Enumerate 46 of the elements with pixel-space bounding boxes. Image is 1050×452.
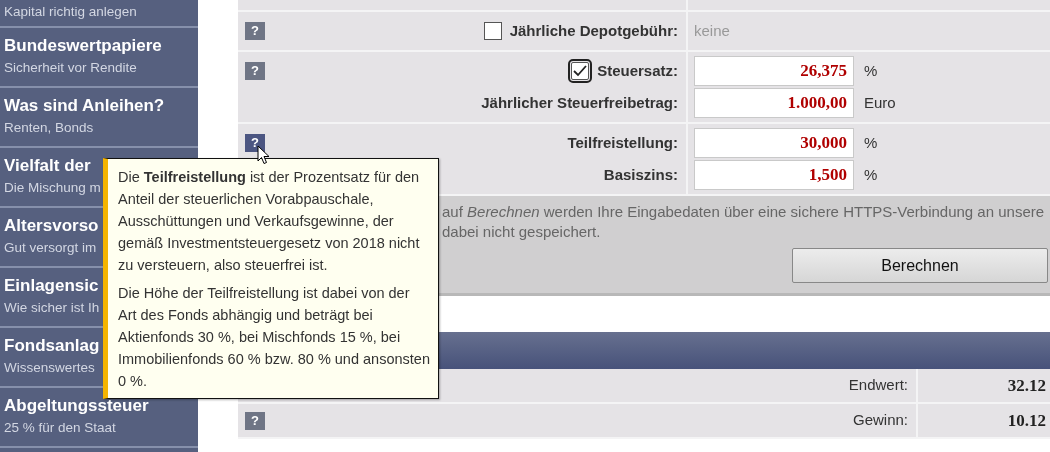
sidebar-item[interactable]: Bundeswertpapiere Sicherheit vor Rendite bbox=[0, 28, 198, 88]
field-value: keine bbox=[694, 20, 730, 41]
item-subtitle: Wissenswertes bbox=[4, 359, 95, 377]
help-button[interactable]: ? bbox=[245, 22, 265, 40]
notice-text: auf Berechnen werden Ihre Eingabedaten über eine sichere HTTPS-Verbindung an unsere bbox=[442, 202, 1045, 222]
unit-label: % bbox=[864, 164, 878, 185]
field-label: Steuersatz: bbox=[597, 60, 678, 81]
input-field[interactable]: 1,500 bbox=[694, 160, 854, 190]
item-subtitle: Kapital richtig anlegen bbox=[4, 3, 137, 21]
result-value: 10.12 bbox=[1007, 409, 1047, 432]
sidebar-item[interactable]: Kapital richtig anlegen bbox=[0, 0, 198, 28]
unit-label: % bbox=[864, 60, 878, 81]
field-label: Jährlicher Steuerfreibetrag: bbox=[481, 92, 678, 113]
help-button[interactable]: ? bbox=[245, 411, 265, 430]
item-subtitle: 25 % für den Staat bbox=[4, 419, 116, 437]
item-subtitle: Wie sicher ist Ih bbox=[4, 299, 100, 317]
input-field[interactable]: 26,375 bbox=[694, 56, 854, 86]
checkbox[interactable] bbox=[483, 22, 502, 40]
unit-label: Euro bbox=[864, 92, 896, 113]
result-label: Gewinn: bbox=[852, 410, 908, 431]
item-title: Bundeswertpapiere bbox=[4, 35, 162, 57]
field-label: Jährliche Depotgebühr: bbox=[509, 20, 678, 41]
item-subtitle: Gut versorgt im bbox=[4, 239, 97, 257]
help-button[interactable]: ? bbox=[245, 134, 265, 152]
item-title: Abgeltungssteuer bbox=[4, 395, 149, 417]
item-subtitle: Sicherheit vor Rendite bbox=[4, 59, 137, 77]
calculate-button[interactable]: Berechnen bbox=[792, 248, 1048, 283]
sidebar-item[interactable]: Was sind Anleihen? Renten, Bonds bbox=[0, 88, 198, 148]
input-field[interactable]: 30,000 bbox=[694, 128, 854, 158]
item-title: Fondsanlag bbox=[4, 335, 100, 357]
field-label: Basiszins: bbox=[603, 164, 678, 185]
input-field[interactable]: 1.000,00 bbox=[694, 88, 854, 118]
item-title: Was sind Anleihen? bbox=[4, 95, 165, 117]
item-title: Einlagensic bbox=[4, 275, 99, 297]
item-subtitle: Renten, Bonds bbox=[4, 119, 94, 137]
checkbox[interactable] bbox=[571, 62, 590, 80]
item-title: Altersvorso bbox=[4, 215, 99, 237]
notice-text: dabei nicht gespeichert. bbox=[442, 222, 601, 242]
help-button[interactable]: ? bbox=[245, 62, 265, 80]
result-label: Endwert: bbox=[848, 375, 908, 396]
item-subtitle: Die Mischung m bbox=[4, 179, 101, 197]
unit-label: % bbox=[864, 132, 878, 153]
item-title: Vielfalt der bbox=[4, 155, 91, 177]
field-label: Teilfreistellung: bbox=[567, 132, 678, 153]
result-value: 32.12 bbox=[1007, 374, 1047, 397]
mouse-pointer-icon bbox=[257, 145, 270, 165]
